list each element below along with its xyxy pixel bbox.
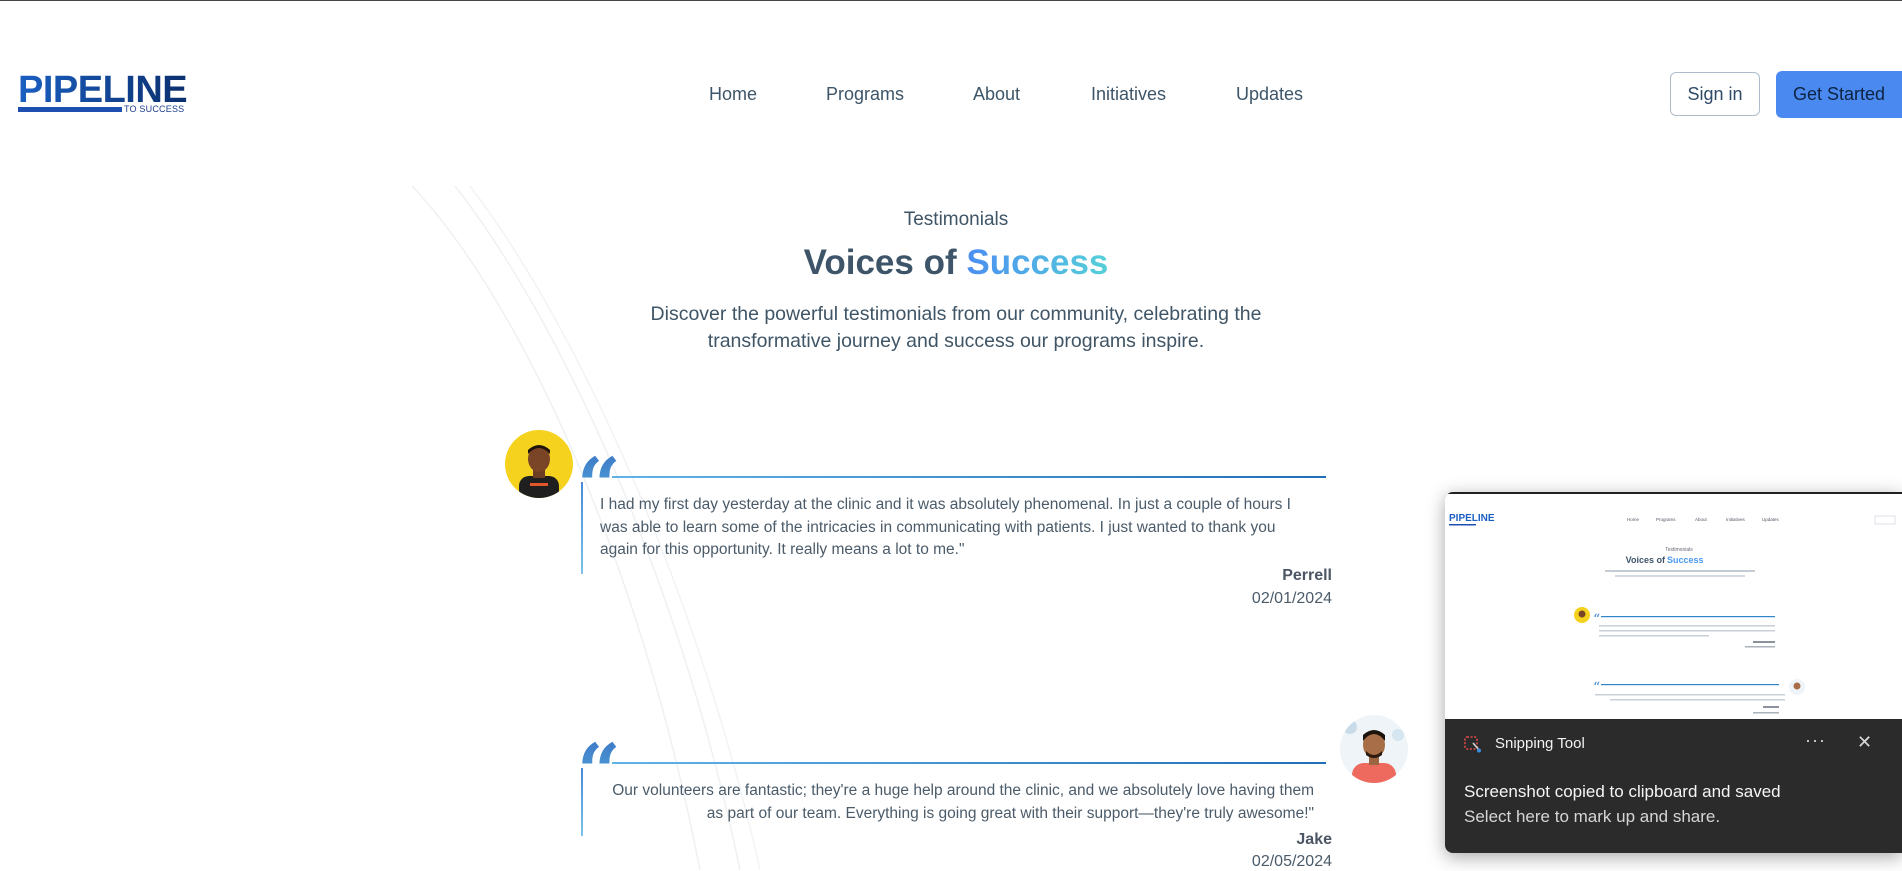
window-top-border (0, 0, 1902, 1)
page-title-accent: Success (966, 243, 1109, 282)
sign-in-button[interactable]: Sign in (1670, 72, 1760, 116)
get-started-button[interactable]: Get Started (1776, 71, 1902, 118)
nav-about[interactable]: About (973, 84, 1020, 105)
avatar-jake (1340, 715, 1408, 783)
toast-hint[interactable]: Select here to mark up and share. (1464, 807, 1720, 827)
testimonial-date: 02/01/2024 (1251, 590, 1332, 607)
preview-nav-about: About (1695, 517, 1708, 522)
preview-eyebrow: Testimonials (1665, 547, 1693, 553)
avatar-perrell (505, 430, 573, 498)
page-title-lead: Voices of (803, 243, 957, 282)
section-description: Discover the powerful testimonials from … (650, 303, 1262, 352)
testimonial-text: I had my first day yesterday at the clin… (600, 496, 1291, 558)
section-eyebrow: Testimonials (903, 209, 1009, 230)
toast-message: Screenshot copied to clipboard and saved (1464, 782, 1781, 801)
snipping-tool-icon (1464, 735, 1482, 753)
more-options-icon[interactable]: ··· (1805, 730, 1826, 751)
preview-logo-text: PIPELINE (1449, 513, 1495, 524)
preview-nav-programs: Programs (1656, 517, 1676, 522)
testimonial-author: Jake (1296, 831, 1332, 848)
preview-nav-initiatives: Initiatives (1726, 517, 1746, 522)
brand-logo[interactable]: PIPELINE TO SUCCESS (18, 70, 188, 116)
testimonial-author: Perrell (1282, 567, 1332, 584)
nav-initiatives[interactable]: Initiatives (1091, 84, 1166, 105)
preview-title-lead: Voices of (1626, 555, 1666, 565)
testimonial-text: Our volunteers are fantastic; they're a … (612, 782, 1314, 822)
preview-title-accent: Success (1667, 555, 1704, 565)
testimonial-date: 02/05/2024 (1251, 853, 1332, 870)
brand-underline (18, 107, 122, 112)
toast-app-name: Snipping Tool (1495, 735, 1585, 752)
nav-programs[interactable]: Programs (826, 84, 904, 105)
preview-quote-icon: “ (1593, 680, 1600, 696)
brand-tagline: TO SUCCESS (124, 104, 185, 114)
nav-home[interactable]: Home (709, 84, 757, 105)
page-title: Voices of Success (0, 243, 1902, 283)
testimonial-side-rule (581, 768, 583, 836)
testimonial-divider (612, 476, 1326, 478)
preview-nav-home: Home (1627, 517, 1640, 522)
snipping-tool-notification[interactable]: PIPELINE Home Programs About Initiatives… (1445, 492, 1902, 853)
screenshot-preview[interactable]: PIPELINE Home Programs About Initiatives… (1445, 492, 1902, 719)
testimonial-side-rule (581, 482, 583, 574)
testimonial-divider (612, 762, 1326, 764)
preview-nav-updates: Updates (1762, 517, 1780, 522)
close-icon[interactable]: ✕ (1857, 732, 1872, 753)
nav-updates[interactable]: Updates (1236, 84, 1303, 105)
